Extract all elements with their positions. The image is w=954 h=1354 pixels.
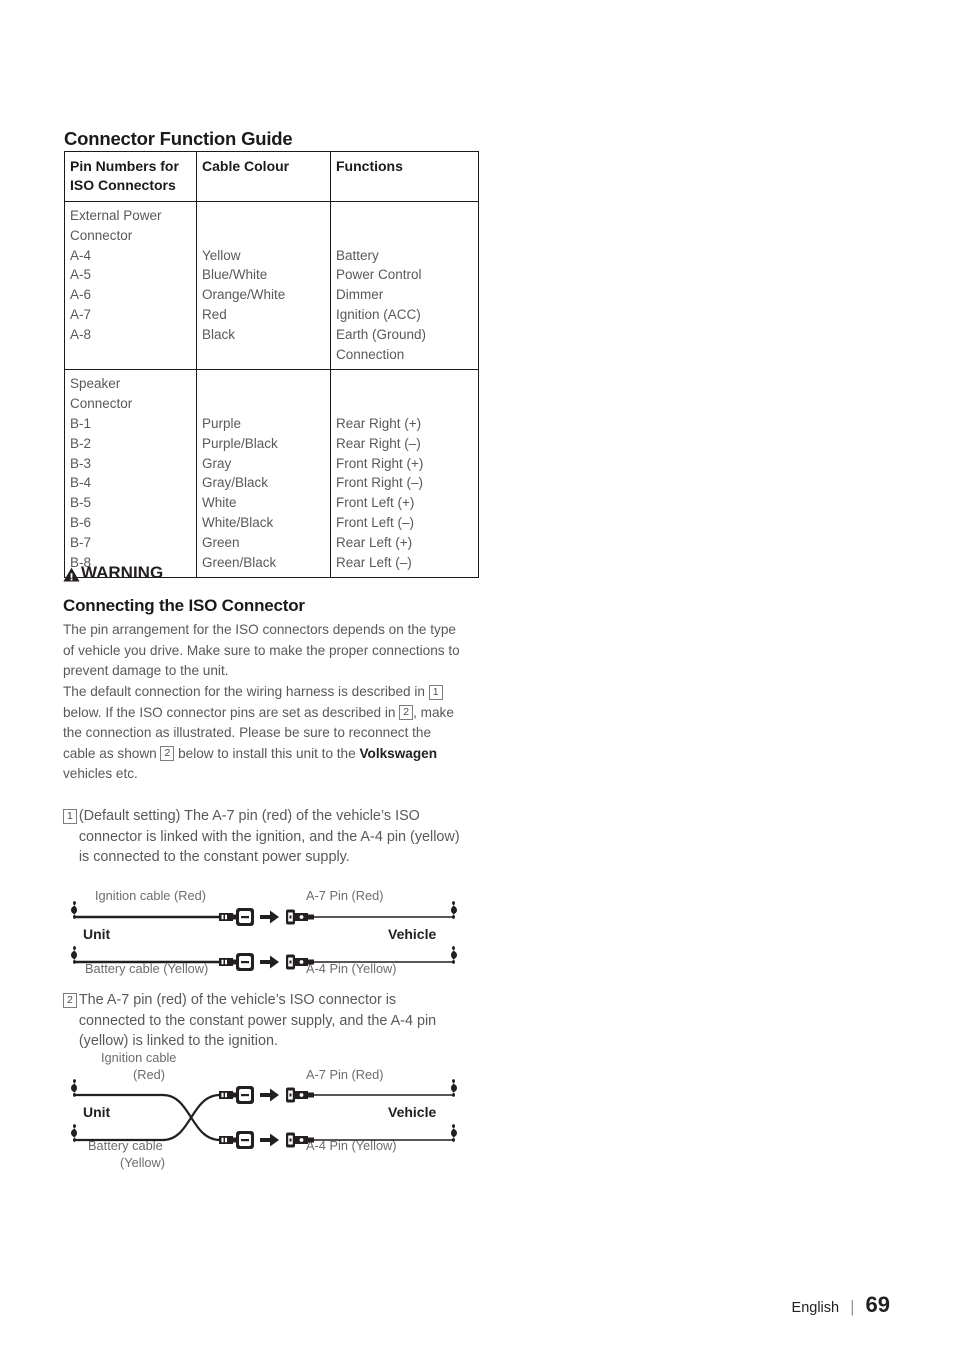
diagram1-graphic — [71, 901, 457, 971]
cell-line: A-5 — [70, 267, 92, 283]
cell-cable-colour: Purple Purple/Black Gray Gray/Black Whit… — [196, 369, 331, 579]
step-number-badge-1: 1 — [63, 809, 77, 824]
table-header-row: Pin Numbers for ISO Connectors Cable Col… — [64, 151, 479, 202]
column-header-pin-numbers: Pin Numbers for ISO Connectors — [64, 151, 197, 202]
paragraph-text: vehicles etc. — [63, 766, 138, 782]
manual-page: Connector Function Guide Pin Numbers for… — [0, 0, 954, 1354]
cell-line: Gray — [202, 455, 232, 471]
cell-line: B-1 — [70, 415, 92, 431]
header-line: ISO Connectors — [70, 177, 176, 193]
cell-line: External Power — [70, 208, 162, 223]
cell-line: Rear Left (+) — [336, 534, 413, 550]
cell-pin-numbers: External Power Connector A-4 A-5 A-6 A-7… — [64, 200, 197, 371]
warning-paragraph-2: The default connection for the wiring ha… — [63, 682, 463, 785]
cell-line: White/Black — [202, 514, 274, 530]
step-number-badge-2b: 2 — [160, 746, 175, 762]
cell-line: A-6 — [70, 287, 92, 303]
connector-function-table: Pin Numbers for ISO Connectors Cable Col… — [64, 151, 479, 579]
cell-line: Power Control — [336, 267, 422, 283]
numbered-item-2: 2 The A-7 pin (red) of the vehicle’s ISO… — [63, 990, 463, 1052]
wiring-diagram-default: Ignition cable (Red) A-7 Pin (Red) Unit … — [63, 888, 463, 984]
cell-line: Battery — [336, 247, 379, 263]
table-row: Speaker Connector B-1 B-2 B-3 B-4 B-5 B-… — [64, 369, 479, 579]
cell-line: B-7 — [70, 534, 92, 550]
cell-line: Front Right (+) — [336, 455, 424, 471]
iso-connector-heading: Connecting the ISO Connector — [63, 596, 305, 615]
numbered-item-1: 1 (Default setting) The A-7 pin (red) of… — [63, 806, 463, 868]
column-header-cable-colour: Cable Colour — [196, 151, 331, 202]
cell-line: Front Left (–) — [336, 514, 415, 530]
page-title: Connector Function Guide — [64, 128, 293, 149]
cell-line: Earth (Ground) — [336, 326, 427, 342]
cell-line: Rear Right (–) — [336, 435, 421, 451]
table-row: External Power Connector A-4 A-5 A-6 A-7… — [64, 200, 479, 371]
cell-line: Speaker — [70, 376, 121, 392]
cell-line: Yellow — [202, 247, 241, 263]
cell-line: Orange/White — [202, 287, 286, 303]
header-line: Functions — [336, 158, 403, 174]
cell-line: Red — [202, 306, 227, 322]
cell-line: Ignition (ACC) — [336, 306, 421, 322]
cell-line: Dimmer — [336, 287, 384, 303]
cell-line-blank — [336, 206, 478, 226]
cell-line: Purple/Black — [202, 435, 278, 451]
cell-line: Gray/Black — [202, 475, 269, 491]
page-footer: English | 69 — [792, 1292, 890, 1318]
footer-page-number: 69 — [865, 1292, 890, 1317]
diagram2-graphic — [71, 1079, 457, 1149]
cell-line-blank — [336, 394, 478, 414]
cell-line: B-2 — [70, 435, 92, 451]
paragraph-text: below. If the ISO connector pins are set… — [63, 704, 400, 720]
cell-line: A-7 — [70, 306, 92, 322]
cell-cable-colour: Yellow Blue/White Orange/White Red Black — [196, 200, 331, 371]
cell-line: A-8 — [70, 326, 92, 342]
cell-line: Connector — [70, 396, 133, 412]
cell-line: B-4 — [70, 475, 92, 491]
paragraph-text: The default connection for the wiring ha… — [63, 684, 429, 699]
cell-line-blank — [336, 374, 478, 394]
cell-line: Green/Black — [202, 554, 277, 570]
warning-triangle-icon — [63, 567, 80, 582]
cell-line: A-4 — [70, 247, 92, 263]
cell-line: Rear Left (–) — [336, 554, 412, 570]
cell-line-blank — [202, 374, 330, 394]
step-number-badge-2: 2 — [399, 705, 414, 721]
cell-line: Rear Right (+) — [336, 415, 422, 431]
cell-line: Blue/White — [202, 267, 268, 283]
cell-line-blank — [202, 394, 330, 414]
cell-line-blank — [202, 226, 330, 246]
warning-heading: WARNING — [63, 563, 163, 583]
cell-line: Front Right (–) — [336, 475, 424, 491]
column-header-functions: Functions — [330, 151, 479, 202]
cell-line: Green — [202, 534, 240, 550]
cell-line: B-5 — [70, 495, 92, 511]
cell-line: Black — [202, 326, 236, 342]
numbered-item-text: The A-7 pin (red) of the vehicle’s ISO c… — [78, 992, 437, 1050]
cell-function: Rear Right (+) Rear Right (–) Front Righ… — [330, 369, 479, 579]
cell-line: Front Left (+) — [336, 495, 415, 511]
cell-line: B-6 — [70, 514, 92, 530]
cell-line: White — [202, 495, 237, 511]
cell-line: B-3 — [70, 455, 92, 471]
cell-function: Battery Power Control Dimmer Ignition (A… — [330, 200, 479, 371]
wiring-diagram-volkswagen: Ignition cable (Red) A-7 Pin (Red) Unit … — [63, 1050, 463, 1175]
cell-line: Connection — [336, 346, 405, 362]
warning-paragraph-1: The pin arrangement for the ISO connecto… — [63, 620, 463, 682]
footer-separator: | — [850, 1297, 855, 1316]
cell-line: Purple — [202, 415, 242, 431]
step-number-badge-2: 2 — [63, 993, 77, 1008]
cell-line-blank — [336, 226, 478, 246]
warning-label: WARNING — [81, 563, 164, 582]
brand-volkswagen: Volkswagen — [359, 745, 438, 761]
numbered-item-text: (Default setting) The A-7 pin (red) of t… — [78, 808, 460, 866]
cell-line: Connector — [70, 227, 133, 243]
cell-line-blank — [202, 206, 330, 226]
header-line: Pin Numbers for — [70, 158, 179, 174]
paragraph-text: The pin arrangement for the ISO connecto… — [63, 622, 460, 679]
footer-language: English — [791, 1300, 840, 1316]
header-line: Cable Colour — [202, 158, 290, 174]
cell-pin-numbers: Speaker Connector B-1 B-2 B-3 B-4 B-5 B-… — [64, 369, 197, 579]
step-number-badge-1: 1 — [428, 684, 443, 700]
paragraph-text: below to install this unit to the — [174, 745, 360, 761]
